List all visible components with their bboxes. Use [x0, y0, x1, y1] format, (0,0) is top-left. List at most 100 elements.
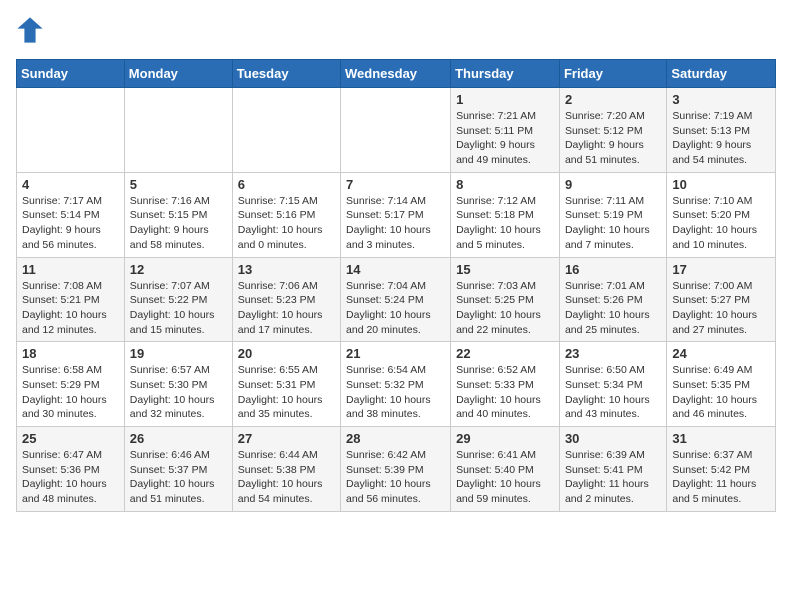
day-info: Sunrise: 6:47 AMSunset: 5:36 PMDaylight:… [22, 448, 119, 507]
day-cell [17, 88, 125, 173]
header-cell-saturday: Saturday [667, 60, 776, 88]
day-cell: 9Sunrise: 7:11 AMSunset: 5:19 PMDaylight… [559, 172, 666, 257]
day-cell: 7 Sunrise: 7:14 AMSunset: 5:17 PMDaylight… [341, 172, 451, 257]
day-number: 14 [346, 262, 445, 277]
day-number: 7 [346, 177, 445, 192]
logo [16, 16, 46, 49]
week-row-2: 4 Sunrise: 7:17 AMSunset: 5:14 PMDaylight… [17, 172, 776, 257]
day-number: 4 [22, 177, 119, 192]
day-number: 26 [130, 431, 227, 446]
day-number: 3 [672, 92, 770, 107]
day-cell: 24 Sunrise: 6:49 AMSunset: 5:35 PMDayligh… [667, 342, 776, 427]
header-cell-tuesday: Tuesday [232, 60, 340, 88]
day-info: Sunrise: 6:37 AMSunset: 5:42 PMDaylight:… [672, 448, 770, 507]
day-cell [232, 88, 340, 173]
day-info: Sunrise: 6:50 AMSunset: 5:34 PMDaylight:… [565, 363, 661, 422]
day-number: 30 [565, 431, 661, 446]
day-info: Sunrise: 6:58 AMSunset: 5:29 PMDaylight:… [22, 363, 119, 422]
day-cell: 4 Sunrise: 7:17 AMSunset: 5:14 PMDaylight… [17, 172, 125, 257]
header-cell-sunday: Sunday [17, 60, 125, 88]
day-info: Sunrise: 6:52 AMSunset: 5:33 PMDaylight:… [456, 363, 554, 422]
day-cell: 20 Sunrise: 6:55 AMSunset: 5:31 PMDayligh… [232, 342, 340, 427]
day-cell: 28Sunrise: 6:42 AMSunset: 5:39 PMDayligh… [341, 427, 451, 512]
day-cell: 17 Sunrise: 7:00 AMSunset: 5:27 PMDayligh… [667, 257, 776, 342]
day-number: 29 [456, 431, 554, 446]
day-number: 28 [346, 431, 445, 446]
day-number: 2 [565, 92, 661, 107]
day-cell: 29 Sunrise: 6:41 AMSunset: 5:40 PMDayligh… [451, 427, 560, 512]
day-cell: 23 Sunrise: 6:50 AMSunset: 5:34 PMDayligh… [559, 342, 666, 427]
day-info: Sunrise: 7:12 AMSunset: 5:18 PMDaylight:… [456, 194, 554, 253]
day-info: Sunrise: 7:06 AMSunset: 5:23 PMDaylight:… [238, 279, 335, 338]
day-cell: 31 Sunrise: 6:37 AMSunset: 5:42 PMDayligh… [667, 427, 776, 512]
day-info: Sunrise: 7:19 AMSunset: 5:13 PMDaylight:… [672, 109, 770, 168]
day-info: Sunrise: 6:41 AMSunset: 5:40 PMDaylight:… [456, 448, 554, 507]
day-cell: 16 Sunrise: 7:01 AMSunset: 5:26 PMDayligh… [559, 257, 666, 342]
day-number: 24 [672, 346, 770, 361]
day-cell: 19 Sunrise: 6:57 AMSunset: 5:30 PMDayligh… [124, 342, 232, 427]
day-cell: 15 Sunrise: 7:03 AMSunset: 5:25 PMDayligh… [451, 257, 560, 342]
header-cell-friday: Friday [559, 60, 666, 88]
day-cell: 14 Sunrise: 7:04 AMSunset: 5:24 PMDayligh… [341, 257, 451, 342]
day-info: Sunrise: 7:04 AMSunset: 5:24 PMDaylight:… [346, 279, 445, 338]
day-number: 9 [565, 177, 661, 192]
day-cell: 3 Sunrise: 7:19 AMSunset: 5:13 PMDaylight… [667, 88, 776, 173]
day-info: Sunrise: 6:46 AMSunset: 5:37 PMDaylight:… [130, 448, 227, 507]
day-cell: 25Sunrise: 6:47 AMSunset: 5:36 PMDayligh… [17, 427, 125, 512]
day-number: 10 [672, 177, 770, 192]
day-cell: 11 Sunrise: 7:08 AMSunset: 5:21 PMDayligh… [17, 257, 125, 342]
day-number: 19 [130, 346, 227, 361]
day-number: 8 [456, 177, 554, 192]
logo-icon [16, 16, 44, 44]
day-number: 20 [238, 346, 335, 361]
day-cell: 2 Sunrise: 7:20 AMSunset: 5:12 PMDaylight… [559, 88, 666, 173]
day-cell: 10 Sunrise: 7:10 AMSunset: 5:20 PMDayligh… [667, 172, 776, 257]
day-number: 18 [22, 346, 119, 361]
day-cell: 13 Sunrise: 7:06 AMSunset: 5:23 PMDayligh… [232, 257, 340, 342]
day-number: 1 [456, 92, 554, 107]
header-row: SundayMondayTuesdayWednesdayThursdayFrid… [17, 60, 776, 88]
day-number: 15 [456, 262, 554, 277]
day-cell: 1 Sunrise: 7:21 AMSunset: 5:11 PMDaylight… [451, 88, 560, 173]
day-info: Sunrise: 6:49 AMSunset: 5:35 PMDaylight:… [672, 363, 770, 422]
day-info: Sunrise: 7:03 AMSunset: 5:25 PMDaylight:… [456, 279, 554, 338]
page-header [16, 16, 776, 49]
day-info: Sunrise: 6:55 AMSunset: 5:31 PMDaylight:… [238, 363, 335, 422]
header-cell-thursday: Thursday [451, 60, 560, 88]
day-cell: 27Sunrise: 6:44 AMSunset: 5:38 PMDayligh… [232, 427, 340, 512]
day-info: Sunrise: 6:57 AMSunset: 5:30 PMDaylight:… [130, 363, 227, 422]
day-info: Sunrise: 7:16 AMSunset: 5:15 PMDaylight:… [130, 194, 227, 253]
day-cell [341, 88, 451, 173]
header-cell-monday: Monday [124, 60, 232, 88]
day-cell: 22 Sunrise: 6:52 AMSunset: 5:33 PMDayligh… [451, 342, 560, 427]
day-number: 5 [130, 177, 227, 192]
header-cell-wednesday: Wednesday [341, 60, 451, 88]
day-cell [124, 88, 232, 173]
calendar-table: SundayMondayTuesdayWednesdayThursdayFrid… [16, 59, 776, 512]
day-number: 22 [456, 346, 554, 361]
day-number: 11 [22, 262, 119, 277]
day-info: Sunrise: 7:10 AMSunset: 5:20 PMDaylight:… [672, 194, 770, 253]
day-number: 13 [238, 262, 335, 277]
day-info: Sunrise: 7:21 AMSunset: 5:11 PMDaylight:… [456, 109, 554, 168]
day-cell: 5 Sunrise: 7:16 AMSunset: 5:15 PMDaylight… [124, 172, 232, 257]
day-cell: 8 Sunrise: 7:12 AMSunset: 5:18 PMDaylight… [451, 172, 560, 257]
day-number: 31 [672, 431, 770, 446]
day-number: 12 [130, 262, 227, 277]
day-info: Sunrise: 6:44 AMSunset: 5:38 PMDaylight:… [238, 448, 335, 507]
day-cell: 21 Sunrise: 6:54 AMSunset: 5:32 PMDayligh… [341, 342, 451, 427]
day-info: Sunrise: 7:08 AMSunset: 5:21 PMDaylight:… [22, 279, 119, 338]
day-info: Sunrise: 7:20 AMSunset: 5:12 PMDaylight:… [565, 109, 661, 168]
day-number: 21 [346, 346, 445, 361]
day-info: Sunrise: 6:54 AMSunset: 5:32 PMDaylight:… [346, 363, 445, 422]
week-row-1: 1 Sunrise: 7:21 AMSunset: 5:11 PMDaylight… [17, 88, 776, 173]
day-info: Sunrise: 7:17 AMSunset: 5:14 PMDaylight:… [22, 194, 119, 253]
day-number: 17 [672, 262, 770, 277]
day-number: 23 [565, 346, 661, 361]
day-number: 6 [238, 177, 335, 192]
day-info: Sunrise: 7:00 AMSunset: 5:27 PMDaylight:… [672, 279, 770, 338]
day-info: Sunrise: 7:14 AMSunset: 5:17 PMDaylight:… [346, 194, 445, 253]
day-info: Sunrise: 7:01 AMSunset: 5:26 PMDaylight:… [565, 279, 661, 338]
day-cell: 6Sunrise: 7:15 AMSunset: 5:16 PMDaylight… [232, 172, 340, 257]
day-number: 16 [565, 262, 661, 277]
